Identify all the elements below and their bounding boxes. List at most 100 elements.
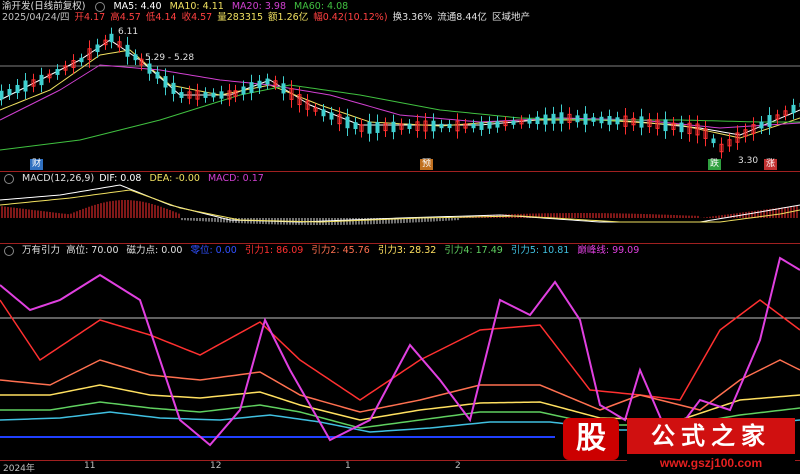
candle-body (367, 121, 372, 134)
watermark: 股 公式之家 www.gszj100.com (555, 412, 800, 474)
indicator-title[interactable]: 万有引力 (22, 245, 60, 256)
indicator-g4: 引力4: 17.49 (444, 245, 503, 256)
indicator-g3: 引力3: 28.32 (377, 245, 437, 256)
open-value: 开4.17 (74, 12, 106, 23)
watermark-url: www.gszj100.com (627, 456, 795, 472)
candle-body (639, 116, 644, 128)
date-value: 2025/04/24/四 (2, 12, 70, 23)
indicator-apex: 巅峰线: 99.09 (577, 245, 640, 256)
stock-title[interactable]: 渝开发(日线前复权) (2, 1, 85, 12)
ma20-value: MA20: 3.98 (231, 1, 287, 12)
float-value: 流通8.44亿 (437, 12, 487, 23)
x-axis-label: 2024年 (3, 464, 35, 474)
candle-body (39, 74, 44, 86)
x-axis-label: 2 (455, 461, 461, 471)
x-axis-label: 1 (345, 461, 351, 471)
indicator-toggle-button[interactable] (4, 245, 14, 256)
candle-body (471, 123, 476, 129)
change-value: 幅0.42(10.12%) (313, 12, 388, 23)
candle-body (171, 82, 176, 94)
candle-body (329, 112, 334, 120)
candle-body (281, 83, 286, 94)
indicator-g2: 引力2: 45.76 (311, 245, 370, 256)
candle-body (599, 116, 604, 124)
amount-value: 额1.26亿 (268, 12, 309, 23)
candle-body (7, 89, 12, 95)
macd-toggle-button[interactable] (4, 173, 14, 184)
watermark-name: 公式之家 (627, 418, 795, 454)
indicator-g1: 引力1: 86.09 (244, 245, 304, 256)
candle-body (759, 121, 764, 129)
marker-finance[interactable]: 财 (30, 159, 44, 170)
candle-body (791, 104, 796, 114)
macd-dea: DEA: -0.00 (149, 173, 200, 184)
low-price-label: 3.30 (738, 156, 759, 166)
indicator-high-pos: 高位: 70.00 (66, 245, 119, 256)
indicator-header: 万有引力 高位: 70.00 磁力点: 0.00 零位: 0.00 引力1: 8… (2, 245, 644, 257)
candle-body (15, 84, 20, 94)
candle-body (203, 92, 208, 98)
candle-body (23, 80, 28, 92)
candle-body (163, 76, 168, 88)
candle-body (0, 90, 4, 100)
candle-body (133, 54, 138, 61)
indicator-g5: 引力5: 10.81 (510, 245, 570, 256)
toggle-button[interactable] (95, 1, 106, 12)
candle-body (663, 119, 668, 132)
candle-body (219, 91, 224, 99)
candle-body (353, 122, 358, 130)
candle-body (711, 138, 716, 144)
x-axis-label: 12 (210, 461, 222, 471)
candle-body (535, 116, 540, 125)
candle-body (345, 116, 350, 129)
macd-title[interactable]: MACD(12,26,9) (22, 173, 94, 184)
candle-body (179, 92, 184, 98)
candle-body (559, 112, 564, 124)
candle-body (375, 121, 380, 133)
candle-body (241, 86, 246, 95)
volume-value: 量283315 (217, 12, 264, 23)
marker-up[interactable]: 涨 (764, 159, 778, 170)
candle-body (551, 113, 556, 124)
candle-body (265, 78, 270, 85)
marker-forecast[interactable]: 预 (420, 159, 434, 170)
watermark-logo: 股 (563, 418, 619, 460)
ma5-line (0, 39, 800, 136)
candle-body (125, 44, 130, 57)
candle-body (109, 33, 114, 43)
candle-body (583, 113, 588, 125)
macd-header: MACD(12,26,9) DIF: 0.08 DEA: -0.00 MACD:… (2, 173, 269, 185)
candle-body (679, 122, 684, 133)
marker-down[interactable]: 跌 (708, 159, 722, 170)
range-label: 5.29 - 5.28 (145, 53, 195, 63)
ma10-value: MA10: 4.11 (169, 1, 224, 12)
sector-value[interactable]: 区域地产 (492, 12, 530, 23)
chart-canvas (0, 27, 800, 461)
candle-body (447, 123, 452, 129)
indicator-magnet: 磁力点: 0.00 (126, 245, 183, 256)
turnover-value: 换3.36% (392, 12, 433, 23)
candle-body (607, 115, 612, 125)
candle-body (575, 115, 580, 123)
gravity-line-1 (0, 299, 800, 401)
candle-body (321, 109, 326, 117)
candle-body (155, 71, 160, 79)
candle-body (439, 123, 444, 129)
candle-body (487, 121, 492, 129)
ma60-line (0, 84, 800, 151)
high-price-label: 6.11 (118, 27, 139, 37)
candle-body (55, 69, 60, 75)
candle-body (495, 121, 500, 128)
candle-body (543, 114, 548, 125)
candle-body (527, 118, 532, 124)
macd-dif: DIF: 0.08 (99, 173, 142, 184)
candle-body (249, 82, 254, 93)
candle-body (431, 120, 436, 132)
close-value: 收4.57 (181, 12, 213, 23)
ma5-value: MA5: 4.40 (113, 1, 162, 12)
high-value: 高4.57 (110, 12, 141, 23)
price-header-row2: 2025/04/24/四 开4.17 高4.57 低4.14 收4.57 量28… (2, 12, 535, 24)
ma60-value: MA60: 4.08 (294, 1, 349, 12)
ma20-line (0, 64, 800, 129)
x-axis-label: 11 (84, 461, 96, 471)
